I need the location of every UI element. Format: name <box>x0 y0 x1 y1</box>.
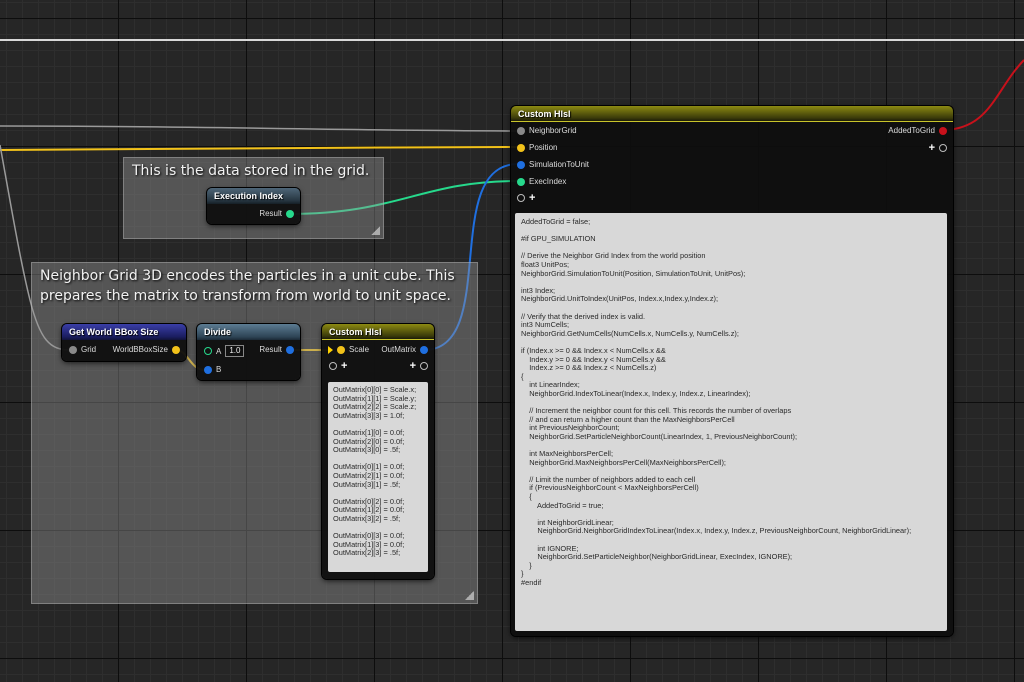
input-pin-b[interactable]: B <box>204 365 221 374</box>
pin-dot-icon[interactable] <box>517 160 525 169</box>
value-field-a[interactable]: 1.0 <box>225 345 245 357</box>
input-pin-execindex[interactable]: ExecIndex <box>517 177 566 186</box>
pin-label: ExecIndex <box>529 177 567 186</box>
pin-ring-icon[interactable] <box>329 362 337 370</box>
node-title: Custom Hlsl <box>322 324 434 340</box>
pin-label: OutMatrix <box>381 345 416 354</box>
pin-ring-icon[interactable] <box>204 347 212 355</box>
output-pin-outmatrix[interactable]: OutMatrix <box>381 345 428 354</box>
pin-label: Result <box>259 209 282 218</box>
pin-dot-icon[interactable] <box>286 345 294 354</box>
pin-dot-icon[interactable] <box>517 177 525 186</box>
pin-dot-icon[interactable] <box>517 143 525 152</box>
pin-label: Scale <box>349 345 370 354</box>
input-pin-position[interactable]: Position <box>517 143 557 152</box>
pin-dot-icon[interactable] <box>420 345 428 354</box>
comment-title-line2: prepares the matrix to transform from wo… <box>40 288 451 304</box>
output-pin-addedtogrid[interactable]: AddedToGrid <box>888 126 947 135</box>
pin-label: Result <box>259 345 282 354</box>
divide-node[interactable]: Divide A 1.0 B Result <box>197 324 300 380</box>
output-pin-result[interactable]: Result <box>259 345 294 354</box>
pin-arrow-icon[interactable] <box>328 345 333 354</box>
pin-dot-icon[interactable] <box>172 345 180 354</box>
pin-label: SimulationToUnit <box>529 160 590 169</box>
plus-icon[interactable]: + <box>529 193 535 204</box>
plus-icon[interactable]: + <box>929 143 935 154</box>
input-pin-grid[interactable]: Grid <box>69 345 96 354</box>
pin-ring-icon[interactable] <box>517 194 525 202</box>
input-pin-scale[interactable]: Scale <box>328 345 369 354</box>
wire-position <box>0 146 519 151</box>
add-output-pin[interactable]: + <box>410 361 428 372</box>
hlsl-code-editor[interactable]: OutMatrix[0][0] = Scale.x; OutMatrix[1][… <box>328 382 428 572</box>
pin-label: AddedToGrid <box>888 126 935 135</box>
pin-label: Grid <box>81 345 97 354</box>
input-pin-simulationtounit[interactable]: SimulationToUnit <box>517 160 589 169</box>
output-pin-result[interactable]: Result <box>259 209 294 218</box>
plus-icon[interactable]: + <box>341 361 347 372</box>
output-pin-worldbboxsize[interactable]: WorldBBoxSize <box>113 345 180 354</box>
get-world-bbox-node[interactable]: Get World BBox Size Grid WorldBBoxSize <box>62 324 186 361</box>
input-pin-neighborgrid[interactable]: NeighborGrid <box>517 126 577 135</box>
pin-ring-icon[interactable] <box>420 362 428 370</box>
pin-dot-icon[interactable] <box>286 209 294 218</box>
pin-dot-icon[interactable] <box>337 345 345 354</box>
comment-title: This is the data stored in the grid. <box>132 163 370 179</box>
pin-label: WorldBBoxSize <box>112 345 168 354</box>
pin-dot-icon[interactable] <box>69 345 77 354</box>
node-title: Execution Index <box>207 188 300 204</box>
pin-label: NeighborGrid <box>529 126 577 135</box>
add-input-pin[interactable]: + <box>517 193 535 204</box>
add-input-pin[interactable]: + <box>329 361 347 372</box>
custom-hlsl-main-node[interactable]: Custom Hlsl NeighborGrid Position Simula… <box>511 106 953 636</box>
add-output-pin[interactable]: + <box>929 143 947 154</box>
pin-dot-icon[interactable] <box>517 126 525 135</box>
resize-handle[interactable] <box>465 591 474 600</box>
execution-index-node[interactable]: Execution Index Result <box>207 188 300 224</box>
pin-label: A <box>216 346 222 356</box>
pin-dot-icon[interactable] <box>939 126 947 135</box>
node-title: Custom Hlsl <box>511 106 953 122</box>
pin-label: Position <box>529 143 558 152</box>
input-pin-a[interactable]: A 1.0 <box>204 345 245 357</box>
hlsl-code-editor[interactable]: AddedToGrid = false; #if GPU_SIMULATION … <box>515 213 947 631</box>
comment-title-line1: Neighbor Grid 3D encodes the particles i… <box>40 268 455 284</box>
plus-icon[interactable]: + <box>410 361 416 372</box>
wire-neighborgrid <box>0 125 519 132</box>
custom-hlsl-matrix-node[interactable]: Custom Hlsl Scale OutMatrix + + OutMatri… <box>322 324 434 579</box>
pin-label: B <box>216 365 222 374</box>
pin-ring-icon[interactable] <box>939 144 947 152</box>
pin-dot-icon[interactable] <box>204 365 212 374</box>
node-title: Get World BBox Size <box>62 324 186 340</box>
resize-handle[interactable] <box>371 226 380 235</box>
node-title: Divide <box>197 324 300 340</box>
wire-addedtogrid <box>941 59 1024 131</box>
